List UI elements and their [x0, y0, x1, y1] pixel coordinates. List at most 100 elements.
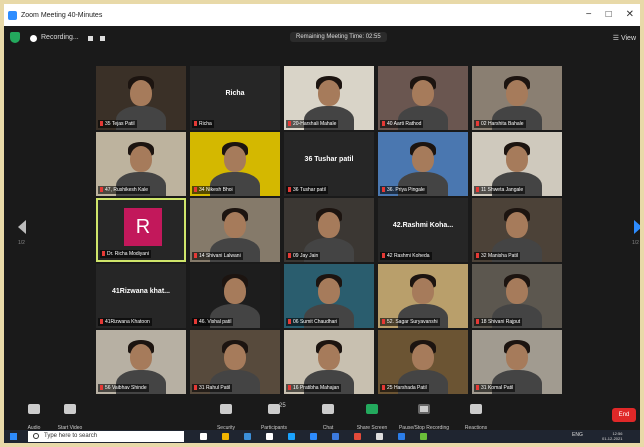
participant-tile[interactable]: 14 Shivani Lalwani — [190, 198, 280, 262]
participant-face — [318, 212, 340, 238]
participant-label: Dr. Richa Modiyani — [100, 250, 151, 258]
chrome-icon[interactable] — [376, 433, 383, 440]
participant-label: 16 Pratibha Mahajan — [286, 384, 342, 392]
participant-tile[interactable]: 46. Vishal patil — [190, 264, 280, 328]
participant-face — [506, 278, 528, 304]
muted-mic-icon — [288, 187, 291, 193]
zoom-taskbar-icon[interactable] — [310, 433, 317, 440]
zoom-window: Zoom Meeting 40-Minutes − □ ✕ Recording.… — [4, 4, 640, 443]
word-icon[interactable] — [332, 433, 339, 440]
participant-name: 18 Shivani Rajput — [481, 319, 521, 325]
participant-tile[interactable]: 16 Pratibha Mahajan — [284, 330, 374, 394]
participant-tile[interactable]: 25 Harshada Patil — [378, 330, 468, 394]
store-icon[interactable] — [244, 433, 251, 440]
participant-label: 35 Tejas Patil — [98, 120, 137, 128]
taskbar-search-box[interactable]: Type here to search — [28, 431, 184, 442]
share-screen-icon — [366, 404, 378, 414]
muted-mic-icon — [100, 187, 103, 193]
participant-tile[interactable]: 09 Jay Jain — [284, 198, 374, 262]
muted-mic-icon — [476, 187, 479, 193]
participant-tile[interactable]: 42.Rashmi Koha... 42 Rashmi Koheda — [378, 198, 468, 262]
participant-tile[interactable]: 36 Tushar patil 36 Tushar patil — [284, 132, 374, 196]
participant-name: 41Rizwana Khatoon — [105, 319, 150, 325]
pause-recording-button[interactable] — [88, 36, 93, 41]
participant-tile[interactable]: Richa Richa — [190, 66, 280, 130]
meeting-toolbar: Audio Start Video Security 25 Participan… — [4, 400, 640, 431]
participant-face — [130, 80, 152, 106]
next-page-arrow-icon[interactable] — [634, 220, 640, 234]
muted-mic-icon — [194, 319, 197, 325]
participant-name: Dr. Richa Modiyani — [107, 251, 149, 257]
security-button[interactable]: Security — [200, 402, 252, 431]
participants-button[interactable]: 25 Participants — [248, 402, 300, 431]
stop-recording-button[interactable] — [100, 36, 105, 41]
participant-name: 52. Sagar Suryavanshi — [387, 319, 438, 325]
participant-name: 36 Tushar patil — [293, 187, 326, 193]
participant-tile[interactable]: 56 Vaibhav Shinde — [96, 330, 186, 394]
participant-label: 36 Tushar patil — [286, 186, 328, 194]
participant-name: 56 Vaibhav Shinde — [105, 385, 147, 391]
app-icon-2[interactable] — [420, 433, 427, 440]
participant-name: 31 Komal Patil — [481, 385, 514, 391]
start-video-button[interactable]: Start Video — [44, 402, 96, 431]
title-bar: Zoom Meeting 40-Minutes − □ ✕ — [4, 4, 640, 26]
muted-mic-icon — [382, 319, 385, 325]
participant-tile[interactable]: R Dr. Richa Modiyani — [96, 198, 186, 262]
participant-face — [318, 278, 340, 304]
participant-name-card: 42.Rashmi Koha... — [392, 222, 454, 229]
participant-tile[interactable]: 18 Shivani Rajput — [472, 264, 562, 328]
previous-page-arrow-icon[interactable] — [18, 220, 26, 234]
participant-tile[interactable]: 02 Harshita Bahale — [472, 66, 562, 130]
pause-stop-recording-button[interactable]: Pause/Stop Recording — [398, 402, 450, 431]
muted-mic-icon — [194, 385, 197, 391]
participant-tile[interactable]: 41Rizwana khat... 41Rizwana Khatoon — [96, 264, 186, 328]
powerpoint-icon[interactable] — [354, 433, 361, 440]
app-icon[interactable] — [398, 433, 405, 440]
close-button[interactable]: ✕ — [626, 9, 634, 20]
participant-tile[interactable]: 31 Komal Patil — [472, 330, 562, 394]
security-shield-icon[interactable] — [10, 32, 20, 43]
participant-tile[interactable]: 11 Shweta Jangale — [472, 132, 562, 196]
mail-icon[interactable] — [266, 433, 273, 440]
edge-icon[interactable] — [288, 433, 295, 440]
participant-tile[interactable]: 20-Harshali Mahale — [284, 66, 374, 130]
minimize-button[interactable]: − — [586, 9, 592, 20]
participant-name: 31 Rahul Patil — [199, 385, 231, 391]
participant-gallery: 35 Tejas Patil Richa Richa 20-Harshali Maha… — [96, 66, 562, 394]
participant-face — [224, 146, 246, 172]
participant-tile[interactable]: 40 Aarti Rathod — [378, 66, 468, 130]
view-button[interactable]: ☰ View — [613, 34, 636, 42]
task-view-icon[interactable] — [200, 433, 207, 440]
muted-mic-icon — [382, 385, 385, 391]
participant-tile[interactable]: 34 Nikesh Bhoi — [190, 132, 280, 196]
participant-tile[interactable]: 52. Sagar Suryavanshi — [378, 264, 468, 328]
participant-face — [412, 344, 434, 370]
windows-start-icon[interactable] — [10, 433, 17, 440]
participant-label: 25 Harshada Patil — [380, 384, 429, 392]
avatar: R — [124, 208, 162, 246]
share-screen-button[interactable]: Share Screen — [346, 402, 398, 431]
participant-tile[interactable]: 36. Priya Pingale — [378, 132, 468, 196]
muted-mic-icon — [476, 121, 479, 127]
participant-label: 47, Rushikesh Kale — [98, 186, 151, 194]
participants-count: 25 — [279, 403, 286, 409]
video-camera-icon — [64, 404, 76, 414]
participant-name: 16 Pratibha Mahajan — [293, 385, 340, 391]
muted-mic-icon — [288, 385, 291, 391]
participant-tile[interactable]: 32 Manisha Patil — [472, 198, 562, 262]
muted-mic-icon — [288, 121, 291, 127]
meeting-info-bar: Recording... Remaining Meeting Time: 02:… — [4, 26, 640, 50]
participant-tile[interactable]: 35 Tejas Patil — [96, 66, 186, 130]
participant-name: 34 Nikesh Bhoi — [199, 187, 233, 193]
participant-tile[interactable]: 06 Sumit Chaudhari — [284, 264, 374, 328]
reactions-button[interactable]: Reactions — [450, 402, 502, 431]
participant-tile[interactable]: 31 Rahul Patil — [190, 330, 280, 394]
participant-tile[interactable]: 47, Rushikesh Kale — [96, 132, 186, 196]
page-indicator-right: 1/2 — [632, 240, 639, 246]
file-explorer-icon[interactable] — [222, 433, 229, 440]
language-indicator[interactable]: ENG — [572, 432, 583, 438]
end-meeting-button[interactable]: End — [612, 408, 636, 422]
system-clock[interactable]: 12:56 01-12-2021 — [602, 431, 622, 441]
maximize-button[interactable]: □ — [606, 9, 612, 20]
participant-face — [506, 146, 528, 172]
